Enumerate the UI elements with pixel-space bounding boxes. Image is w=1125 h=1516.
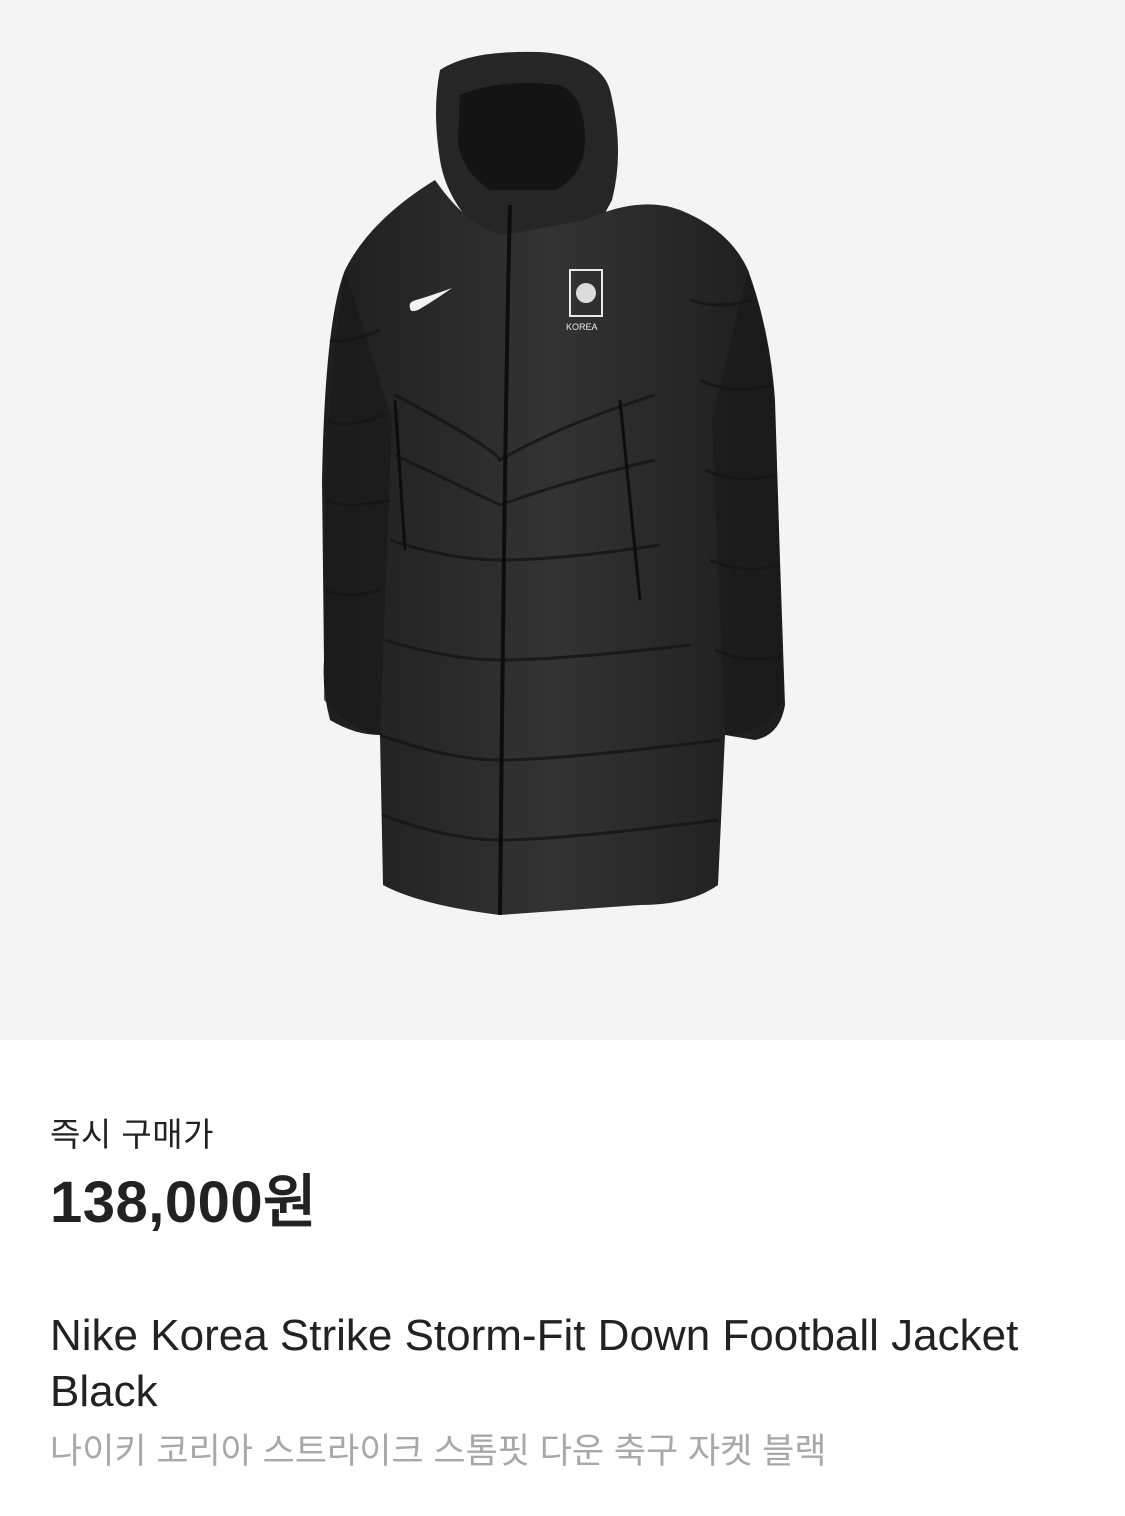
product-title-korean: 나이키 코리아 스트라이크 스톰핏 다운 축구 자켓 블랙: [50, 1432, 827, 1471]
price-value: 138,000원: [50, 1170, 318, 1235]
product-detail-page: KOREA 즉시 구매가 138,000원 Nike Korea Strike …: [0, 0, 1125, 1516]
product-image[interactable]: KOREA: [0, 0, 1125, 1040]
korea-badge-text: KOREA: [566, 322, 598, 332]
price-label: 즉시 구매가: [50, 1116, 214, 1153]
jacket-illustration: KOREA: [322, 51, 785, 916]
product-title-english: Nike Korea Strike Storm-Fit Down Footbal…: [50, 1311, 1019, 1416]
